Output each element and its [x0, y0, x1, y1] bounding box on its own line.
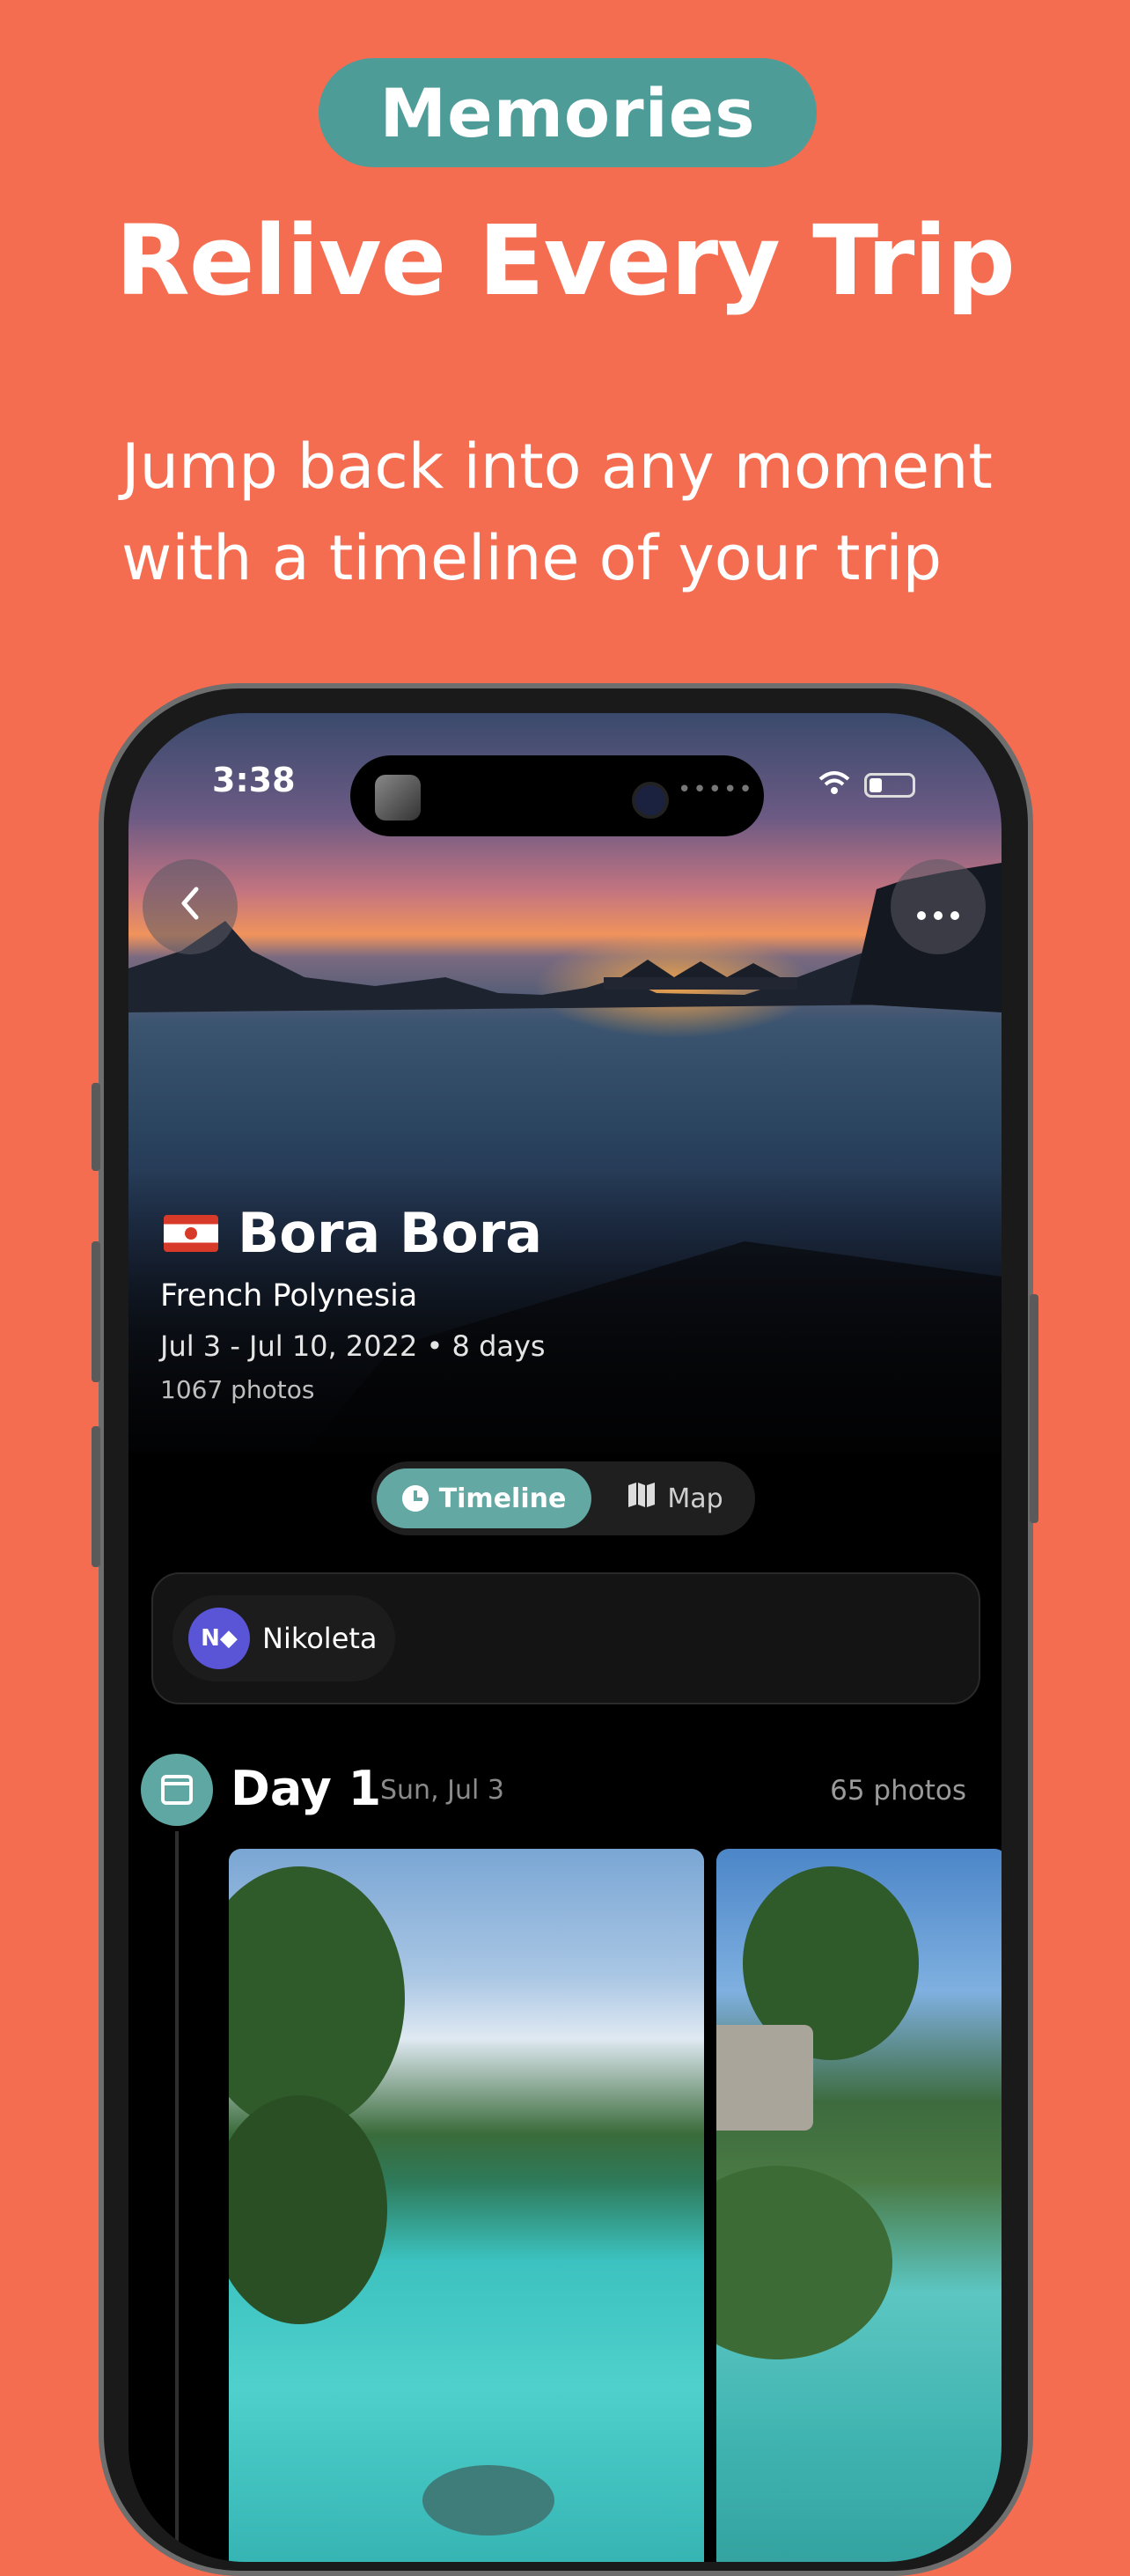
- headline: Relive Every Trip: [115, 204, 1016, 317]
- trip-cover-photo: 3:38 ••••• Bora Bora French Polynesia Ju…: [128, 713, 1002, 1453]
- phone-side-button: [92, 1083, 100, 1171]
- chevron-left-icon: [177, 882, 203, 931]
- bungalow: [716, 2025, 813, 2131]
- day-header[interactable]: Day 1 Sun, Jul 3 65 photos: [128, 1754, 1002, 1831]
- status-icons: [818, 768, 915, 803]
- timeline-line: [175, 1831, 179, 2562]
- view-toggle: Timeline Map: [371, 1461, 755, 1535]
- photo-thumbnail[interactable]: [716, 1849, 1002, 2562]
- tab-map[interactable]: Map: [602, 1468, 748, 1528]
- wifi-icon: [818, 768, 850, 803]
- status-bar: 3:38 •••••: [128, 755, 1002, 836]
- clock-icon: [401, 1485, 429, 1512]
- calendar-icon: [141, 1754, 213, 1826]
- more-button[interactable]: [891, 859, 986, 954]
- more-horizontal-icon: [916, 882, 960, 931]
- map-icon: [627, 1482, 657, 1515]
- avatar: N◆: [188, 1608, 250, 1669]
- status-time: 3:38: [212, 761, 296, 799]
- island-dots: •••••: [678, 776, 754, 803]
- phone-side-button: [92, 1426, 100, 1567]
- trip-photo-count: 1067 photos: [160, 1375, 315, 1404]
- trip-dates: Jul 3 - Jul 10, 2022 • 8 days: [160, 1329, 546, 1363]
- dynamic-island: •••••: [350, 755, 764, 836]
- subheadline: Jump back into any moment with a timelin…: [121, 431, 993, 594]
- day-title: Day 1: [231, 1761, 382, 1816]
- reef-rock: [422, 2465, 554, 2536]
- person-chip[interactable]: N◆ Nikoleta: [172, 1595, 395, 1682]
- flag-icon: [164, 1214, 218, 1252]
- tab-timeline-label: Timeline: [438, 1483, 567, 1514]
- camera-icon: [632, 782, 669, 819]
- tab-map-label: Map: [667, 1483, 723, 1514]
- people-card: N◆ Nikoleta: [151, 1572, 980, 1704]
- phone-power-button: [1030, 1294, 1038, 1523]
- phone-side-button: [92, 1241, 100, 1382]
- battery-icon: [864, 773, 915, 798]
- day-photo-count: 65 photos: [830, 1775, 966, 1807]
- trip-title: Bora Bora: [238, 1201, 543, 1265]
- palm-foliage: [229, 2095, 387, 2324]
- app-screen: 3:38 ••••• Bora Bora French Polynesia Ju…: [128, 713, 1002, 2562]
- person-name: Nikoleta: [262, 1622, 378, 1655]
- day-date: Sun, Jul 3: [380, 1775, 504, 1806]
- shoreline: [716, 2166, 892, 2359]
- feature-badge: Memories: [319, 58, 817, 167]
- tab-timeline[interactable]: Timeline: [377, 1468, 591, 1528]
- palm-foliage: [229, 1866, 405, 2131]
- photo-thumbnail[interactable]: [229, 1849, 704, 2562]
- trip-title-row: Bora Bora: [164, 1201, 542, 1265]
- island-thumbnail: [375, 775, 421, 821]
- trip-country: French Polynesia: [160, 1278, 418, 1314]
- back-button[interactable]: [143, 859, 238, 954]
